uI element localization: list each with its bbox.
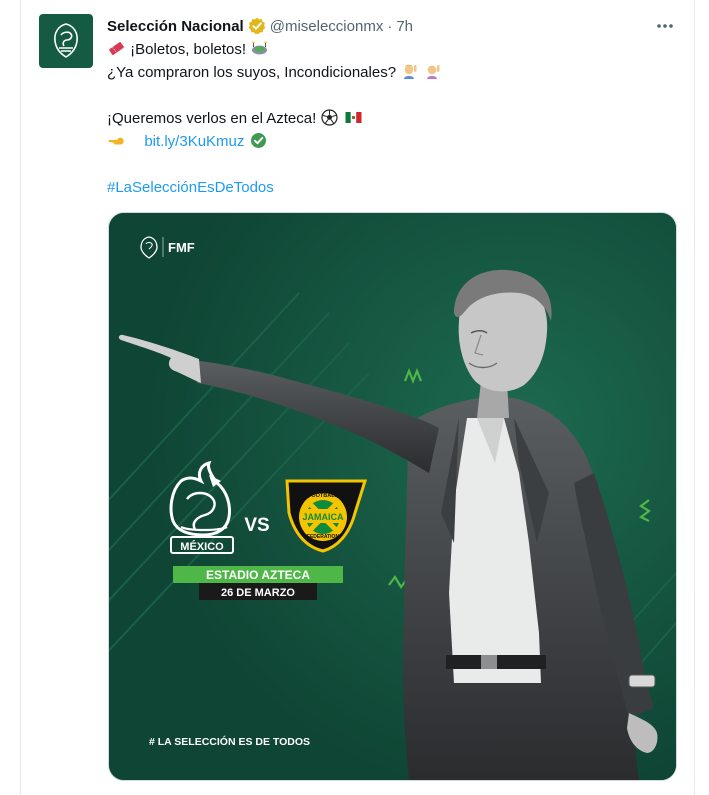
more-options-button[interactable] <box>653 16 677 36</box>
hashtag-link[interactable]: #LaSelecciónEsDeTodos <box>107 179 274 196</box>
handle[interactable]: @miseleccionmx <box>270 18 384 35</box>
separator-dot: · <box>387 17 393 35</box>
display-name[interactable]: Selección Nacional <box>107 18 244 35</box>
date-label: 26 DE MARZO <box>221 587 295 599</box>
date-banner: 26 DE MARZO <box>199 583 317 600</box>
vs-label: VS <box>244 515 269 536</box>
fmf-label: FMF <box>168 240 195 255</box>
mexico-crest-icon <box>54 23 78 58</box>
raising-hand-emoji-icon-2 <box>427 65 440 79</box>
more-dots-icon <box>657 24 673 28</box>
raising-hand-emoji-icon <box>404 64 417 79</box>
media-image[interactable]: FMF MÉXICO VS JAMAICA FOOTBALL FEDERATIO… <box>108 212 677 781</box>
tweet-header: Selección Nacional @miseleccionmx · 7h <box>107 15 687 37</box>
mexico-flag-emoji-icon <box>345 112 362 123</box>
tweet-line-3-text: ¡Queremos verlos en el Azteca! <box>107 110 317 127</box>
away-team-top-label: FOOTBALL <box>308 493 339 499</box>
tweet-line-2: ¿Ya compraron los suyos, Incondicionales… <box>107 61 667 84</box>
slogan-label: # LA SELECCIÓN ES DE TODOS <box>149 735 310 748</box>
match-poster: FMF MÉXICO VS JAMAICA FOOTBALL FEDERATIO… <box>109 213 676 780</box>
tweet-line-1-text: ¡Boletos, boletos! <box>130 41 247 58</box>
home-team-label: MÉXICO <box>180 540 224 553</box>
tweet-text: ¡Boletos, boletos! ¿Ya compraron los suy… <box>107 38 667 199</box>
away-team-label: JAMAICA <box>302 512 344 522</box>
timestamp[interactable]: 7h <box>396 18 413 35</box>
pointing-hand-emoji-icon <box>108 137 124 145</box>
tweet-line-2-text: ¿Ya compraron los suyos, Incondicionales… <box>107 64 397 81</box>
tweet-article[interactable]: Selección Nacional @miseleccionmx · 7h ¡… <box>21 0 694 795</box>
verified-badge-icon <box>248 17 266 35</box>
tweet-line-5: #LaSelecciónEsDeTodos <box>107 176 667 199</box>
timeline-right-border <box>694 0 695 795</box>
stadium-emoji-icon <box>252 41 268 55</box>
soccer-ball-emoji-icon <box>321 109 339 126</box>
tweet-line-1: ¡Boletos, boletos! <box>107 38 667 61</box>
venue-banner: ESTADIO AZTECA <box>173 566 343 583</box>
link-verified-check-icon <box>250 133 266 148</box>
tweet-link[interactable]: bit.ly/3KuKmuz <box>144 133 244 150</box>
ticket-emoji-icon <box>109 42 124 55</box>
tweet-line-3: ¡Queremos verlos en el Azteca! <box>107 107 667 130</box>
avatar[interactable] <box>39 14 93 68</box>
tweet-line-4: bit.ly/3KuKmuz <box>107 130 667 153</box>
venue-label: ESTADIO AZTECA <box>206 568 310 582</box>
away-team-bottom-label: FEDERATION <box>307 534 340 540</box>
